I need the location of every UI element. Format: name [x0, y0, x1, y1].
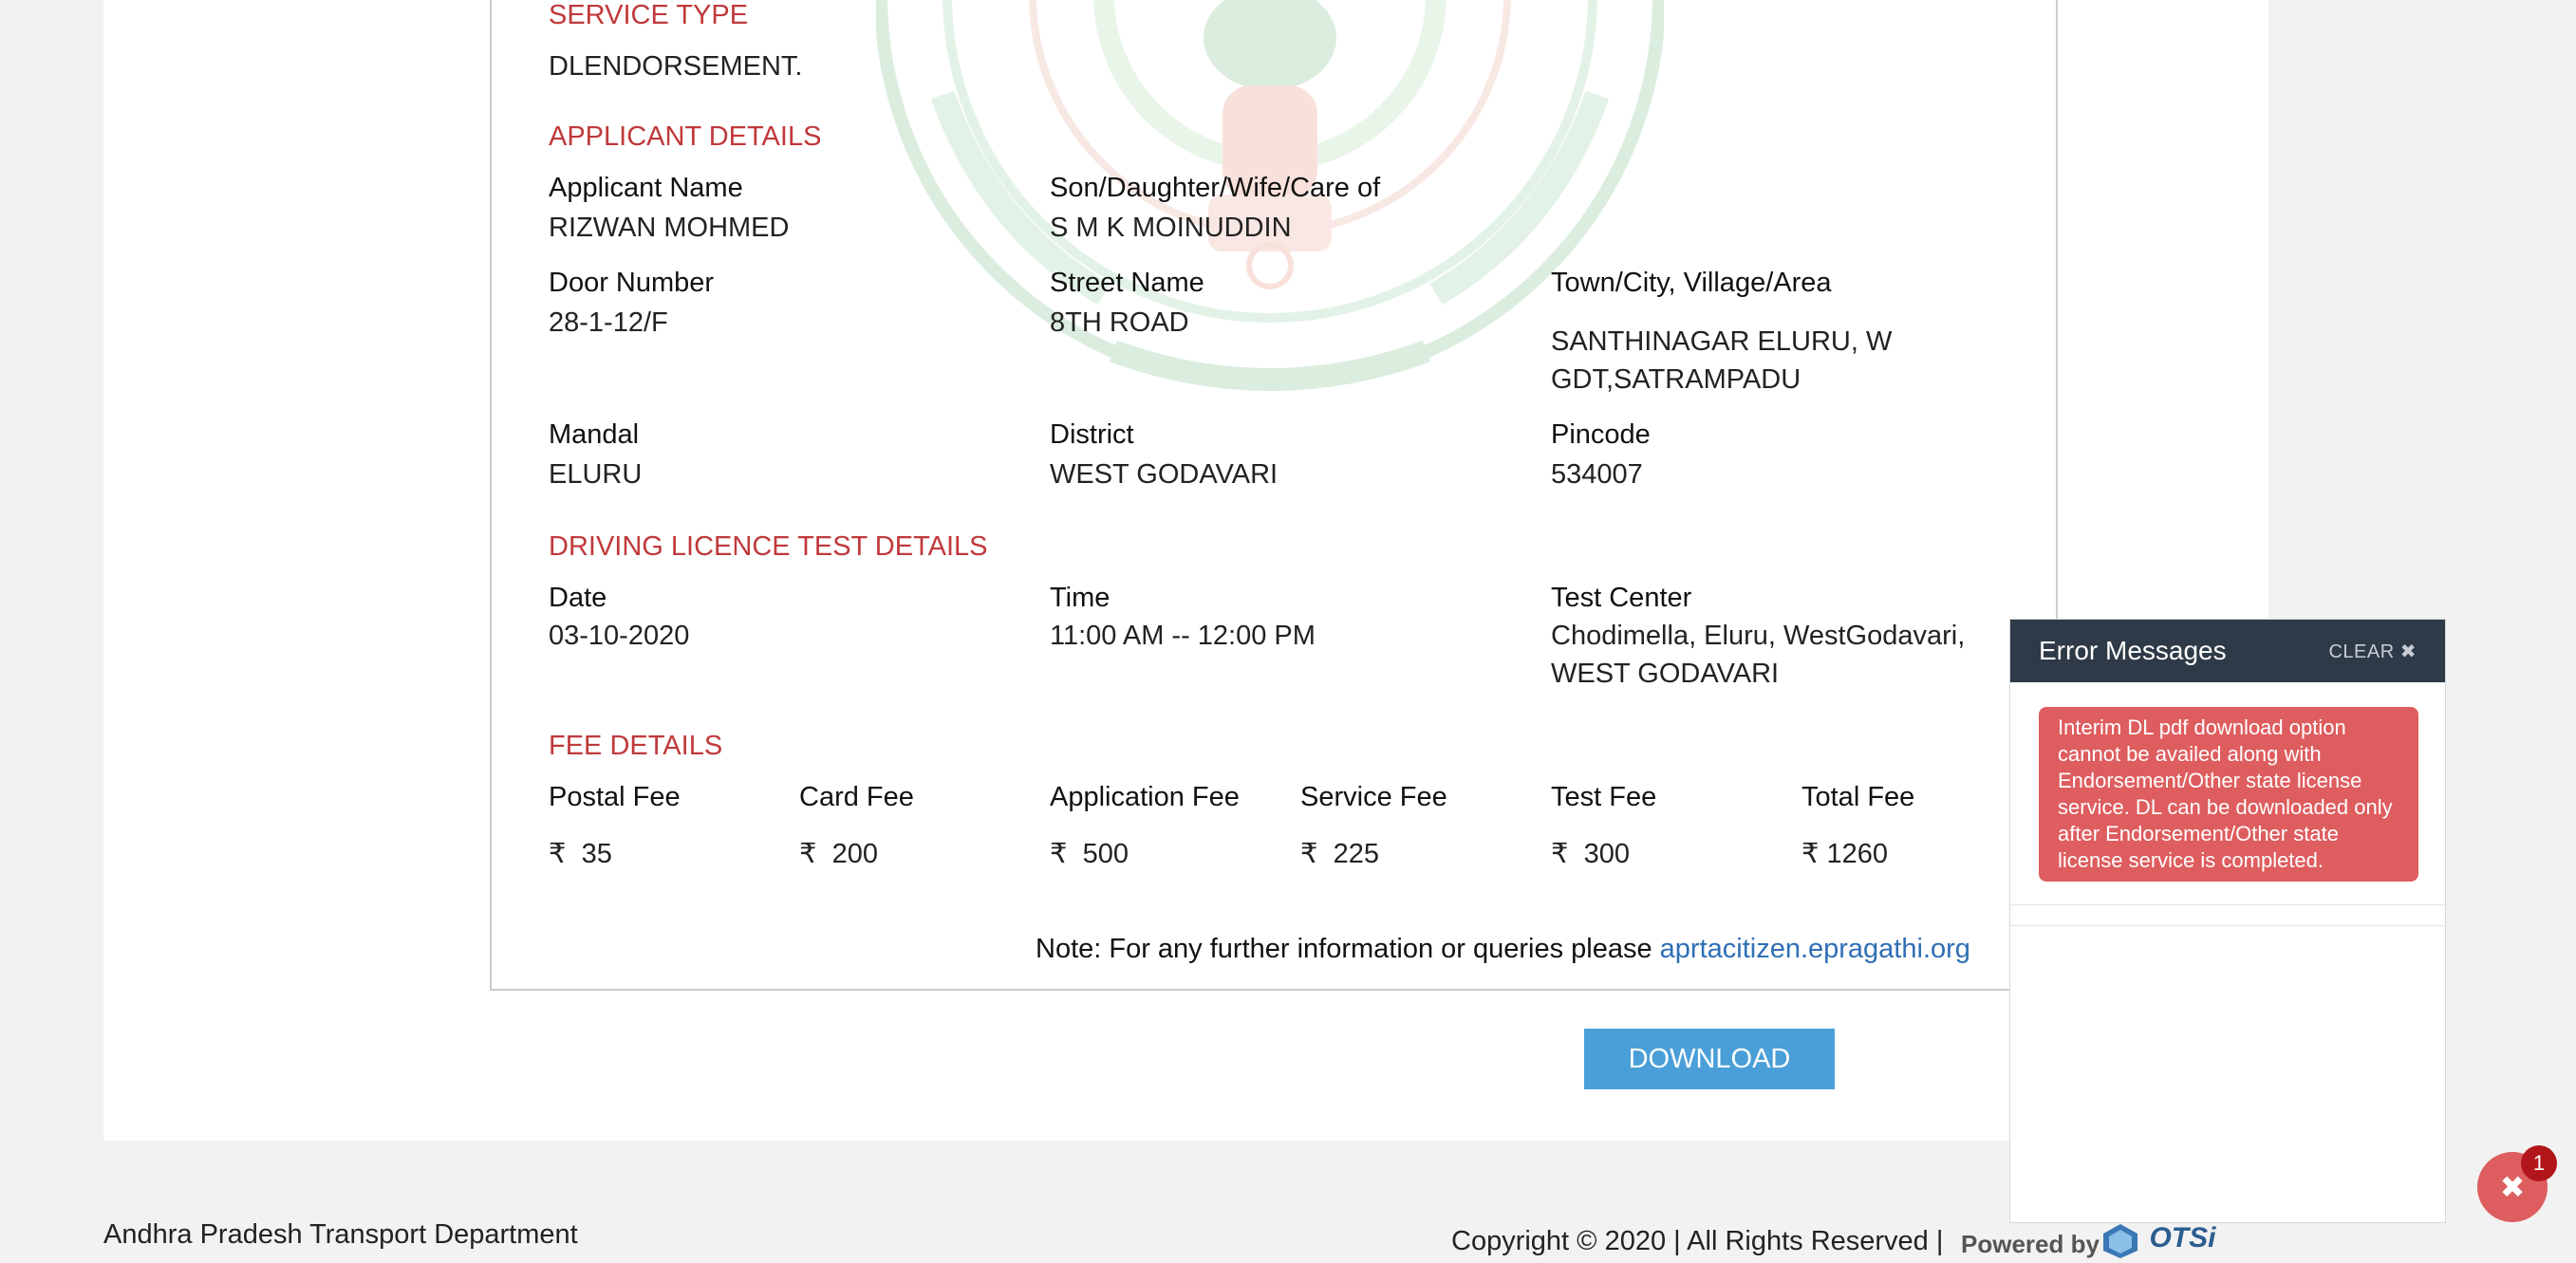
pincode-value: 534007	[1551, 459, 1643, 490]
total-fee-label: Total Fee	[1801, 782, 1915, 812]
total-fee-value: ₹ 1260	[1801, 839, 1889, 869]
test-fee-value: ₹ 300	[1551, 839, 1630, 869]
town-value-line2: GDT,SATRAMPADU	[1551, 364, 1801, 395]
close-icon: ✖	[2499, 1170, 2526, 1204]
error-messages-panel: Error Messages CLEAR ✖ Interim DL pdf do…	[2009, 619, 2446, 1223]
district-label: District	[1050, 419, 1134, 450]
test-center-value-line1: Chodimella, Eluru, WestGodavari,	[1551, 621, 1966, 651]
download-button[interactable]: DOWNLOAD	[1584, 1029, 1835, 1089]
error-message: Interim DL pdf download option cannot be…	[2039, 707, 2418, 882]
fee-details-title: FEE DETAILS	[549, 731, 723, 761]
test-date-value: 03-10-2020	[549, 621, 690, 651]
error-count-badge: 1	[2521, 1145, 2557, 1181]
footer-department: Andhra Pradesh Transport Department	[103, 1219, 578, 1250]
test-center-label: Test Center	[1551, 583, 1692, 613]
service-fee-value: ₹ 225	[1300, 839, 1379, 869]
test-time-label: Time	[1050, 583, 1111, 613]
postal-fee-label: Postal Fee	[549, 782, 681, 812]
application-fee-value: ₹ 500	[1050, 839, 1129, 869]
mandal-value: ELURU	[549, 459, 643, 490]
street-name-label: Street Name	[1050, 268, 1204, 298]
relation-value: S M K MOINUDDIN	[1050, 213, 1292, 243]
service-type-title: SERVICE TYPE	[549, 0, 749, 30]
door-number-label: Door Number	[549, 268, 715, 298]
rupee-icon: ₹	[1300, 839, 1318, 869]
application-fee-label: Application Fee	[1050, 782, 1240, 812]
error-divider	[2010, 904, 2445, 905]
card-fee-label: Card Fee	[799, 782, 914, 812]
test-date-label: Date	[549, 583, 607, 613]
service-fee-label: Service Fee	[1300, 782, 1447, 812]
relation-label: Son/Daughter/Wife/Care of	[1050, 173, 1381, 203]
info-note-link[interactable]: aprtacitizen.epragathi.org	[1660, 934, 1970, 964]
rupee-icon: ₹	[1551, 839, 1569, 869]
test-center-value-line2: WEST GODAVARI	[1551, 659, 1780, 689]
postal-fee-value: ₹ 35	[549, 839, 612, 869]
rupee-icon: ₹	[1050, 839, 1068, 869]
door-number-value: 28-1-12/F	[549, 307, 668, 338]
error-divider	[2010, 925, 2445, 926]
service-type-value: DLENDORSEMENT.	[549, 51, 803, 82]
street-name-value: 8TH ROAD	[1050, 307, 1189, 338]
footer-copyright: Copyright © 2020 | All Rights Reserved |	[1451, 1226, 1944, 1256]
town-label: Town/City, Village/Area	[1551, 268, 1832, 298]
otsi-logo-text: OTSi	[2149, 1222, 2216, 1254]
pincode-label: Pincode	[1551, 419, 1651, 450]
rupee-icon: ₹	[1801, 839, 1820, 869]
test-fee-label: Test Fee	[1551, 782, 1657, 812]
otsi-logo: OTSi	[2100, 1222, 2215, 1263]
applicant-name-value: RIZWAN MOHMED	[549, 213, 790, 243]
clear-errors-button[interactable]: CLEAR ✖	[2328, 640, 2417, 663]
card-fee-value: ₹ 200	[799, 839, 878, 869]
rupee-icon: ₹	[799, 839, 817, 869]
test-time-value: 11:00 AM -- 12:00 PM	[1050, 621, 1316, 651]
town-value-line1: SANTHINAGAR ELURU, W	[1551, 326, 1893, 357]
error-panel-header: Error Messages CLEAR ✖	[2010, 620, 2445, 682]
test-details-title: DRIVING LICENCE TEST DETAILS	[549, 531, 988, 562]
applicant-details-title: APPLICANT DETAILS	[549, 121, 822, 152]
otsi-logo-icon	[2103, 1224, 2137, 1258]
error-panel-title: Error Messages	[2039, 636, 2227, 665]
district-value: WEST GODAVARI	[1050, 459, 1279, 490]
powered-by-label: Powered by	[1961, 1230, 2100, 1258]
info-note: Note: For any further information or que…	[1036, 934, 1970, 964]
applicant-name-label: Applicant Name	[549, 173, 743, 203]
mandal-label: Mandal	[549, 419, 640, 450]
rupee-icon: ₹	[549, 839, 567, 869]
